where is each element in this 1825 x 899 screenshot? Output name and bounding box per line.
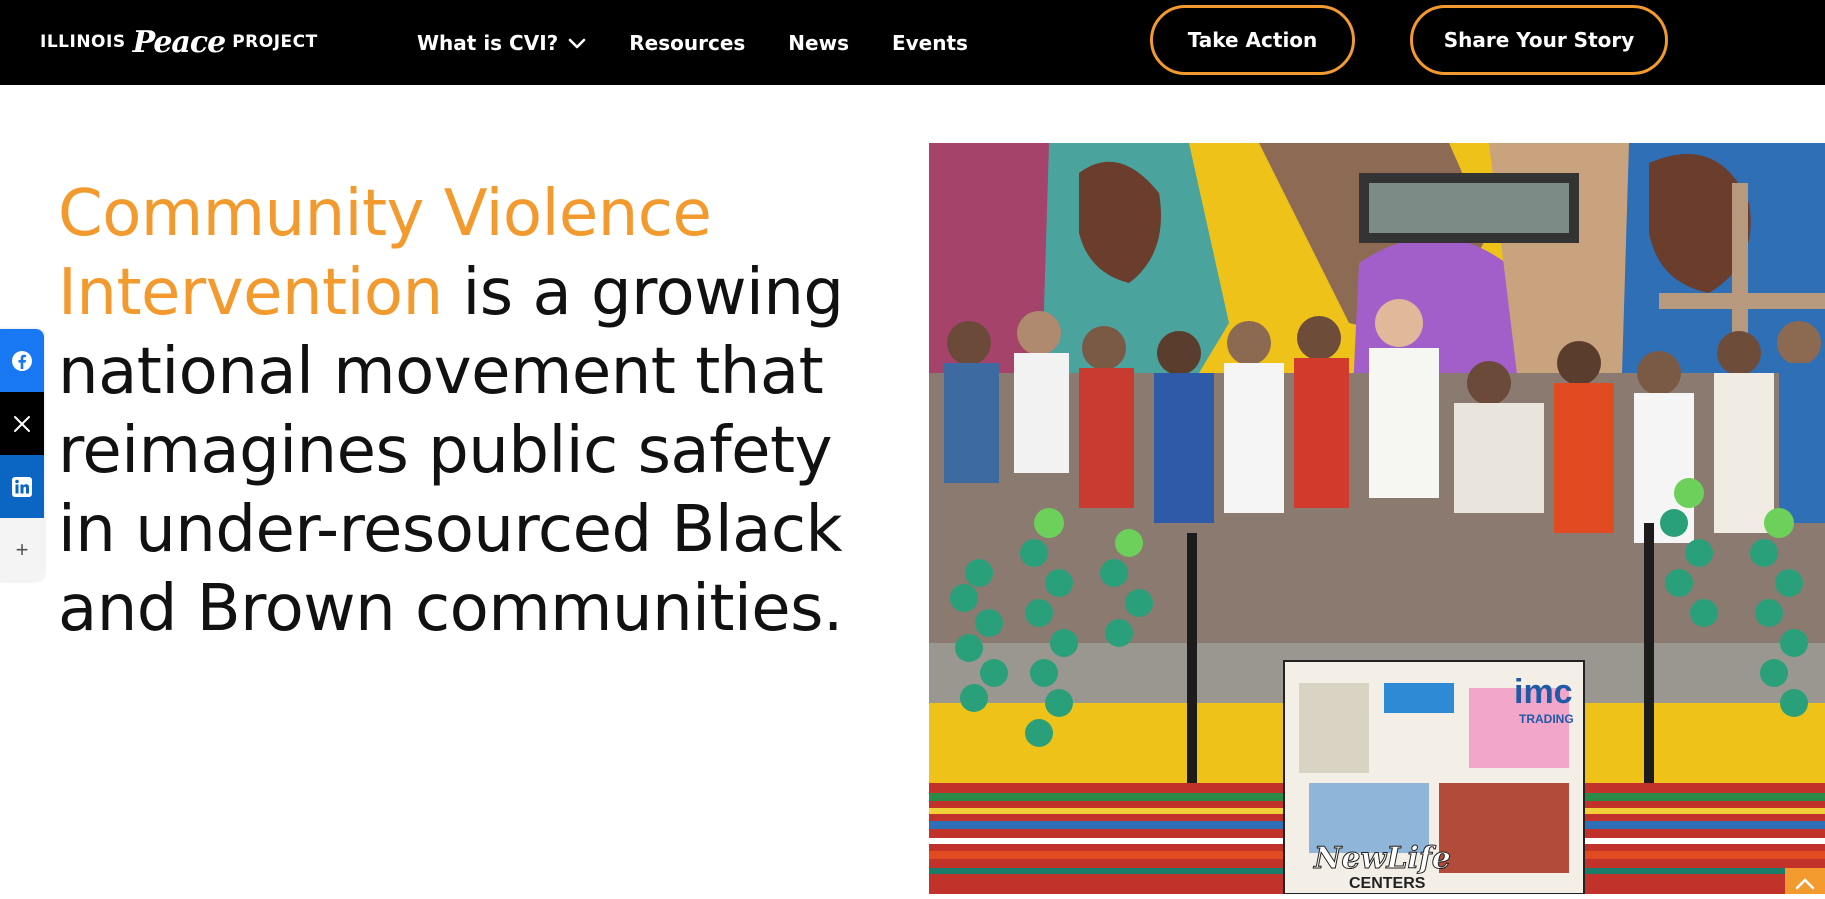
hero-photo: imc TRADING NewLife CENTERS [929,143,1825,894]
share-more-button[interactable]: + [0,518,44,581]
podium-sign-subtext: TRADING [1519,712,1574,726]
logo-word-illinois: ILLINOIS [40,32,126,52]
nav-label: What is CVI? [417,30,559,55]
take-action-button[interactable]: Take Action [1150,5,1355,75]
nav-label: Events [891,30,968,55]
share-linkedin-button[interactable] [0,455,44,518]
plus-icon: + [15,536,29,562]
site-header: ILLINOIS Peace PROJECT What is CVI? Reso… [0,0,1825,85]
nav-item-news[interactable]: News [788,31,849,55]
chevron-up-icon [1795,878,1815,890]
nav-item-what-is-cvi[interactable]: What is CVI? [417,31,586,55]
share-facebook-button[interactable] [0,329,44,392]
nav-item-resources[interactable]: Resources [629,31,745,55]
main-nav: What is CVI? Resources News Events [417,0,1011,85]
share-your-story-button[interactable]: Share Your Story [1410,5,1668,75]
linkedin-icon [12,476,32,497]
nav-label: Resources [629,30,746,55]
site-logo[interactable]: ILLINOIS Peace PROJECT [40,22,318,62]
logo-word-peace: Peace [132,24,227,60]
share-x-button[interactable] [0,392,44,455]
nav-label: News [788,30,849,55]
chevron-down-icon [568,38,586,48]
logo-word-project: PROJECT [232,32,318,52]
event-photo-illustration: imc TRADING NewLife CENTERS [929,143,1825,894]
hero-headline: Community Violence Intervention is a gro… [58,175,858,649]
social-share-bar: + [0,329,44,581]
nav-item-events[interactable]: Events [892,31,968,55]
x-icon [14,415,30,432]
scroll-to-top-button[interactable] [1785,868,1825,894]
facebook-icon [12,350,32,371]
collage-title: NewLife [1313,841,1451,876]
collage-subtitle: CENTERS [1349,875,1426,892]
podium-sign-text: imc [1514,673,1573,711]
